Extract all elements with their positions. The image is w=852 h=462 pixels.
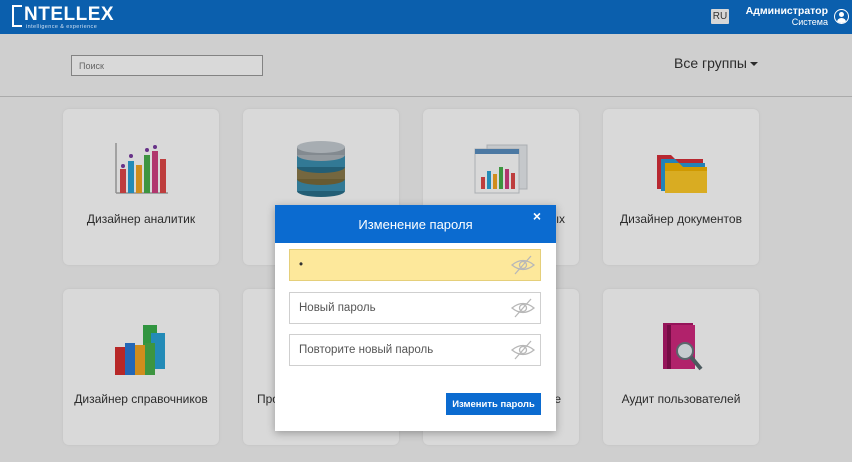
logo[interactable]: NTELLEX intelligence & experience [12,4,114,31]
logo-mark [12,5,22,27]
eye-hidden-icon[interactable] [510,297,536,319]
current-password-input[interactable] [290,250,505,280]
dialog-header: Изменение пароля × [275,205,556,243]
change-password-dialog: Изменение пароля × Изменить пароль [275,205,556,431]
close-icon[interactable]: × [533,208,541,224]
logo-text: NTELLEX [24,4,115,25]
repeat-password-field [289,334,541,366]
top-bar: NTELLEX intelligence & experience RU Адм… [0,0,852,34]
dialog-title: Изменение пароля [358,217,473,232]
change-password-button[interactable]: Изменить пароль [446,393,541,415]
repeat-password-input[interactable] [290,335,505,365]
new-password-field [289,292,541,324]
language-switch[interactable]: RU [711,9,729,24]
new-password-input[interactable] [290,293,505,323]
eye-hidden-icon[interactable] [510,254,536,276]
eye-hidden-icon[interactable] [510,339,536,361]
user-name[interactable]: Администратор [746,5,828,17]
current-password-field [289,249,541,281]
user-avatar-icon[interactable] [834,9,849,24]
logo-tagline: intelligence & experience [26,24,98,30]
user-role: Система [791,17,828,27]
